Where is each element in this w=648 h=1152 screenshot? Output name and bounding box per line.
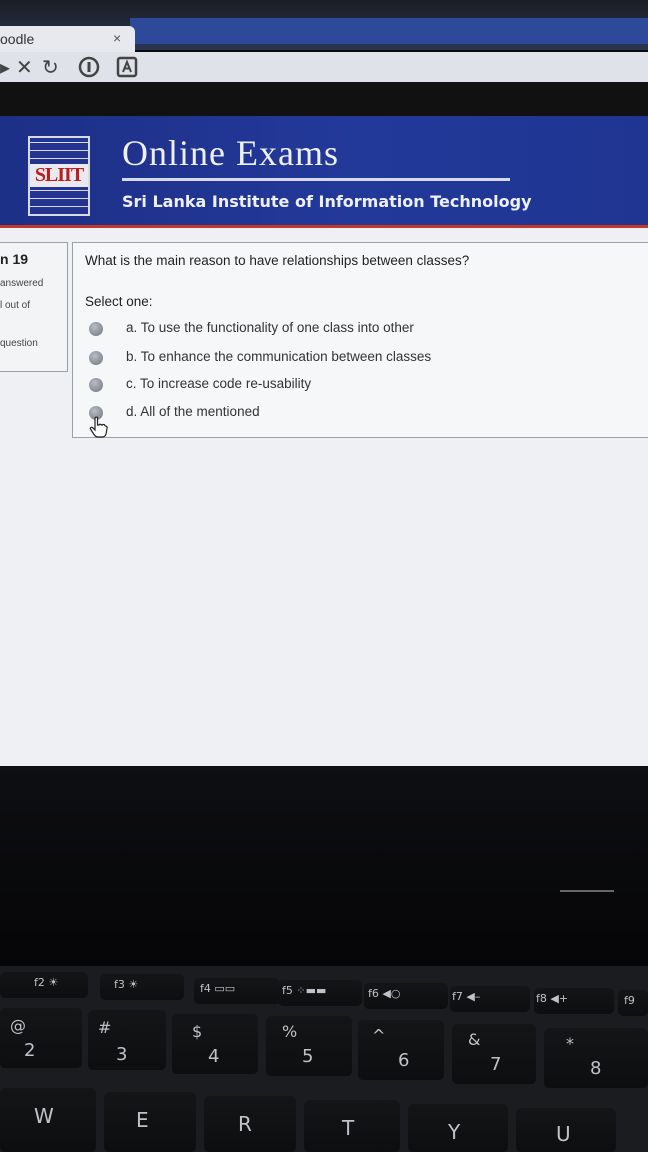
info-icon[interactable] xyxy=(78,56,100,78)
forward-icon[interactable]: ▸ xyxy=(0,55,10,80)
sliit-logo: SLIIT xyxy=(28,136,90,216)
site-subtitle: Sri Lanka Institute of Information Techn… xyxy=(122,192,532,211)
key-7: & 7 xyxy=(452,1024,536,1084)
key-f5: f5 ⁘▬▬ xyxy=(278,980,362,1006)
option-b-label[interactable]: b. To enhance the communication between … xyxy=(126,349,431,364)
key-3: # 3 xyxy=(88,1010,166,1070)
option-d-label[interactable]: d. All of the mentioned xyxy=(126,404,260,419)
key-8: * 8 xyxy=(544,1028,648,1088)
key-4: $ 4 xyxy=(172,1014,258,1074)
option-a-label[interactable]: a. To use the functionality of one class… xyxy=(126,320,414,335)
option-a-radio[interactable] xyxy=(89,322,103,336)
flag-question-link[interactable]: question xyxy=(0,338,38,349)
key-r: R xyxy=(204,1096,296,1152)
option-c-radio[interactable] xyxy=(89,378,103,392)
option-d[interactable]: d. All of the mentioned xyxy=(89,403,609,427)
option-b[interactable]: b. To enhance the communication between … xyxy=(89,348,609,372)
tab-close-icon[interactable]: × xyxy=(113,30,121,46)
hand-cursor-icon xyxy=(89,416,108,438)
option-c-label[interactable]: c. To increase code re-usability xyxy=(126,376,311,391)
question-text: What is the main reason to have relation… xyxy=(85,253,470,268)
site-title: Online Exams xyxy=(122,133,339,173)
key-t: T xyxy=(304,1100,400,1152)
site-header: SLIIT Online Exams Sri Lanka Institute o… xyxy=(0,116,648,228)
option-a[interactable]: a. To use the functionality of one class… xyxy=(89,319,609,343)
bezel-reflection xyxy=(560,890,614,892)
key-f4: f4 ▭▭ xyxy=(194,978,280,1004)
key-f7: f7 ◀– xyxy=(450,986,530,1012)
key-f8: f8 ◀+ xyxy=(534,988,614,1014)
laptop-bezel xyxy=(0,766,648,966)
key-y: Y xyxy=(408,1104,508,1152)
question-box: What is the main reason to have relation… xyxy=(72,242,648,438)
extension-icon[interactable] xyxy=(116,56,138,78)
option-c[interactable]: c. To increase code re-usability xyxy=(89,375,609,399)
key-u: U xyxy=(516,1108,616,1152)
select-one-label: Select one: xyxy=(85,294,153,309)
browser-tab-bar: oodle × xyxy=(0,0,648,52)
key-e: E xyxy=(104,1092,196,1152)
key-f9: f9 xyxy=(618,990,648,1016)
key-f6: f6 ◀○ xyxy=(364,983,448,1009)
question-info-panel: n 19 answered l out of question xyxy=(0,242,68,372)
key-f3: f3 ☀ xyxy=(100,974,184,1000)
option-b-radio[interactable] xyxy=(89,351,103,365)
exam-page: SLIIT Online Exams Sri Lanka Institute o… xyxy=(0,116,648,766)
key-2: @ 2 xyxy=(0,1008,82,1068)
browser-toolbar: ▸ ✕ ↻ xyxy=(0,52,648,82)
logo-text: SLIIT xyxy=(30,164,88,187)
bookmarks-band xyxy=(0,82,648,116)
question-marks: l out of xyxy=(0,300,31,311)
question-number: n 19 xyxy=(0,251,29,267)
laptop-keyboard: f2 ☀ f3 ☀ f4 ▭▭ f5 ⁘▬▬ f6 ◀○ f7 ◀– f8 ◀+… xyxy=(0,966,648,1152)
tab-strip-background xyxy=(130,18,648,44)
key-w: W xyxy=(0,1088,96,1152)
photo-stage: oodle × ▸ ✕ ↻ SLIIT Online Exams Sri Lan… xyxy=(0,0,648,1152)
browser-tab[interactable]: oodle × xyxy=(0,26,135,52)
key-f2: f2 ☀ xyxy=(0,972,88,998)
key-6: ^ 6 xyxy=(358,1020,444,1080)
key-5: % 5 xyxy=(266,1016,352,1076)
stop-icon[interactable]: ✕ xyxy=(16,55,33,80)
tab-title: oodle xyxy=(0,31,35,47)
question-status: answered xyxy=(0,278,44,289)
reload-icon[interactable]: ↻ xyxy=(42,55,59,80)
title-divider xyxy=(122,178,510,181)
